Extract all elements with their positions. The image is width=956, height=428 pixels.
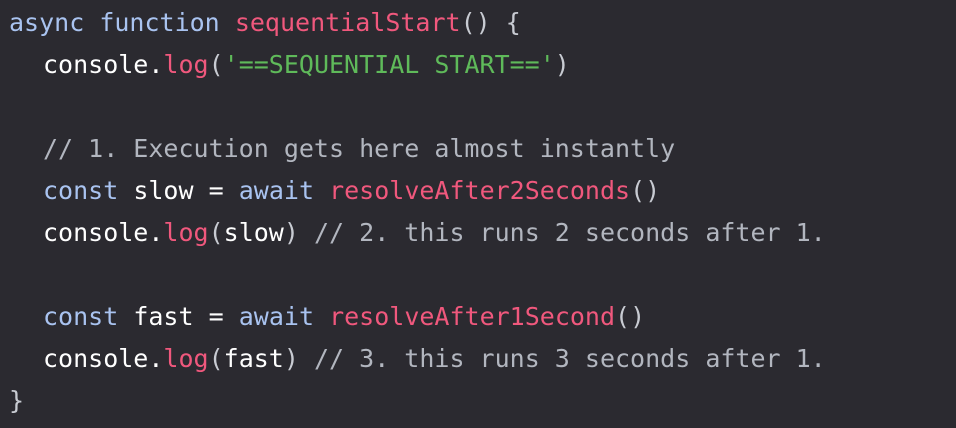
- await-keyword: await: [238, 302, 314, 331]
- closing-brace: }: [9, 386, 25, 415]
- assign-operator: =: [208, 302, 224, 331]
- argument-slow: slow: [223, 218, 284, 247]
- close-paren: ): [283, 218, 299, 247]
- call-parens: (): [615, 302, 646, 331]
- function-name: sequentialStart: [234, 8, 461, 37]
- code-line-5: const slow = await resolveAfter2Seconds(…: [9, 170, 956, 212]
- comment: // 3. this runs 3 seconds after 1.: [313, 344, 826, 373]
- dot-operator: .: [148, 218, 164, 247]
- code-line-2: console.log('==SEQUENTIAL START=='): [9, 44, 956, 86]
- code-line-6: console.log(slow) // 2. this runs 2 seco…: [9, 212, 956, 254]
- close-paren: ): [283, 344, 299, 373]
- dot-operator: .: [148, 50, 164, 79]
- comment: // 1. Execution gets here almost instant…: [43, 134, 676, 163]
- log-method: log: [163, 50, 209, 79]
- log-method: log: [163, 218, 209, 247]
- code-editor[interactable]: async function sequentialStart() { conso…: [0, 0, 956, 428]
- comment: // 2. this runs 2 seconds after 1.: [313, 218, 826, 247]
- await-keyword: await: [238, 176, 314, 205]
- string-literal: '==SEQUENTIAL START==': [223, 50, 555, 79]
- call-parens: (): [630, 176, 661, 205]
- const-keyword: const: [43, 302, 119, 331]
- code-line-10: }: [9, 380, 956, 422]
- async-keyword: async: [9, 8, 85, 37]
- dot-operator: .: [148, 344, 164, 373]
- code-line-1: async function sequentialStart() {: [9, 2, 956, 44]
- variable-slow: slow: [133, 176, 194, 205]
- close-paren: ): [554, 50, 570, 79]
- code-line-7-empty: [9, 254, 956, 296]
- function-call: resolveAfter2Seconds: [329, 176, 631, 205]
- open-paren: (: [208, 50, 224, 79]
- function-keyword: function: [99, 8, 220, 37]
- code-line-4: // 1. Execution gets here almost instant…: [9, 128, 956, 170]
- assign-operator: =: [208, 176, 224, 205]
- code-line-8: const fast = await resolveAfter1Second(): [9, 296, 956, 338]
- log-method: log: [163, 344, 209, 373]
- function-call: resolveAfter1Second: [329, 302, 616, 331]
- function-params-open-brace: () {: [460, 8, 521, 37]
- argument-fast: fast: [223, 344, 284, 373]
- open-paren: (: [208, 344, 224, 373]
- code-line-9: console.log(fast) // 3. this runs 3 seco…: [9, 338, 956, 380]
- console-object: console: [43, 218, 149, 247]
- console-object: console: [43, 50, 149, 79]
- console-object: console: [43, 344, 149, 373]
- const-keyword: const: [43, 176, 119, 205]
- code-line-3-empty: [9, 86, 956, 128]
- open-paren: (: [208, 218, 224, 247]
- variable-fast: fast: [133, 302, 194, 331]
